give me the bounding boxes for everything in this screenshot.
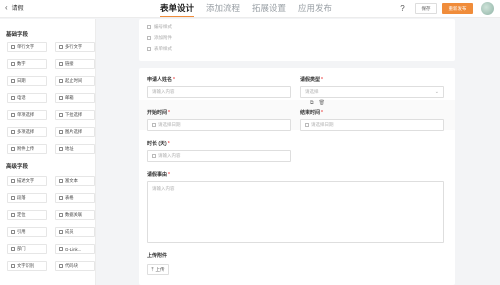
end-time-label: 结束时间* [300,110,323,116]
palette-item[interactable]: 描述文字 [7,176,47,186]
reason-textarea[interactable]: 请输入内容 [147,181,444,243]
palette-item[interactable]: 代码块 [55,261,95,271]
palette-item[interactable]: 日期 [7,76,47,86]
field-icon [11,247,15,251]
save-button[interactable]: 保存 [415,3,437,14]
basic-fields-title: 基础字段 [6,32,29,38]
palette-item[interactable]: 图片选择 [55,127,95,137]
field-icon [11,79,15,83]
field-icon [59,179,63,183]
numbering-style-option[interactable]: 编号样式 [147,24,172,30]
tab-app-publish[interactable]: 应用发布 [298,2,332,17]
field-icon [59,130,63,134]
field-icon [11,179,15,183]
field-icon [11,130,15,134]
copy-icon[interactable]: ⧉ [310,100,314,106]
back-button[interactable]: ‹ 请假 [5,3,24,12]
main-tabs: 表单设计 添加流程 拓展设置 应用发布 [160,2,332,17]
attachment-label: 上传附件 [147,253,168,259]
upload-button[interactable]: ⤒ 上传 [147,264,169,275]
palette-item[interactable]: 段落 [7,193,47,203]
applicant-input[interactable]: 请输入内容 [147,86,291,98]
app-title: 请假 [11,6,24,12]
palette-item[interactable]: 多项选择 [7,127,47,137]
palette-item[interactable]: 表格 [55,193,95,203]
field-icon [11,45,15,49]
field-icon [11,113,15,117]
palette-item[interactable]: 地址 [55,144,95,154]
field-icon [11,96,15,100]
field-icon [11,230,15,234]
palette-item[interactable]: 链接 [55,59,95,69]
palette-item[interactable]: 部门 [7,244,47,254]
palette-item[interactable]: 单项选择 [7,110,47,120]
duration-label: 时长 (天)* [147,141,170,147]
attachment-icon [147,36,151,40]
form-canvas: 编号样式 添加附件 表单样式 申请人姓名* 请输入内容 请假类型* 请选择 ⌄ … [102,19,495,285]
palette-item[interactable]: 成员 [55,227,95,237]
tab-add-process[interactable]: 添加流程 [206,2,240,17]
palette-item[interactable]: 下拉选择 [55,110,95,120]
advanced-fields-title: 高级字段 [6,164,29,170]
field-icon [11,196,15,200]
field-tools: ⧉ 🗑 [310,100,325,106]
palette-item[interactable]: 单行文字 [7,42,47,52]
field-icon [59,45,63,49]
field-palette: 基础字段 单行文字 多行文字 数字 链接 日期 起止时间 电话 邮箱 单项选择 … [0,19,96,285]
calendar-icon [152,123,156,127]
field-icon [59,230,63,234]
palette-item[interactable]: G-Link... [55,244,95,254]
help-icon[interactable]: ? [398,4,407,13]
field-icon [59,264,63,268]
palette-item[interactable]: 邮箱 [55,93,95,103]
form-card: 申请人姓名* 请输入内容 请假类型* 请选择 ⌄ ⧉ 🗑 开始时间* 请选择日期… [139,68,455,285]
palette-item[interactable]: 电话 [7,93,47,103]
field-icon [59,96,63,100]
palette-item[interactable]: 引用 [7,227,47,237]
top-bar: ‹ 请假 表单设计 添加流程 拓展设置 应用发布 ? 保存 重新发布 [0,0,500,18]
palette-item[interactable]: 文字识别 [7,261,47,271]
field-icon [59,247,63,251]
add-attachment-option[interactable]: 添加附件 [147,35,172,41]
duration-input[interactable]: 请输入内容 [147,150,291,162]
palette-item[interactable]: 富文本 [55,176,95,186]
field-icon [11,62,15,66]
field-icon [11,264,15,268]
field-icon [59,213,63,217]
leave-type-select[interactable]: 请选择 ⌄ [300,86,444,98]
palette-item[interactable]: 多行文字 [55,42,95,52]
applicant-label: 申请人姓名* [147,77,175,83]
leave-type-label: 请假类型* [300,77,323,83]
republish-button[interactable]: 重新发布 [442,3,473,14]
upload-icon: ⤒ [151,267,154,272]
palette-item[interactable]: 数据关联 [55,210,95,220]
field-icon [11,213,15,217]
palette-item[interactable]: 定位 [7,210,47,220]
chevron-left-icon: ‹ [5,3,8,12]
palette-item[interactable]: 附件上传 [7,144,47,154]
settings-icon [147,47,151,51]
palette-item[interactable]: 数字 [7,59,47,69]
chevron-down-icon: ⌄ [434,89,439,95]
form-style-option[interactable]: 表单样式 [147,46,172,52]
number-icon [152,154,156,158]
tab-form-design[interactable]: 表单设计 [160,2,195,17]
field-icon [59,196,63,200]
field-icon [59,147,63,151]
field-icon [59,113,63,117]
field-icon [59,79,63,83]
delete-icon[interactable]: 🗑 [319,100,325,106]
avatar[interactable] [481,2,494,15]
field-icon [59,62,63,66]
start-time-input[interactable]: 请选择日期 [147,119,291,131]
end-time-input[interactable]: 请选择日期 [300,119,444,131]
tab-extend-settings[interactable]: 拓展设置 [252,2,286,17]
reason-label: 请假事由* [147,172,170,178]
field-icon [11,147,15,151]
start-time-label: 开始时间* [147,110,170,116]
calendar-icon [305,123,309,127]
form-settings-card: 编号样式 添加附件 表单样式 [139,19,455,61]
palette-item[interactable]: 起止时间 [55,76,95,86]
list-icon [147,25,151,29]
